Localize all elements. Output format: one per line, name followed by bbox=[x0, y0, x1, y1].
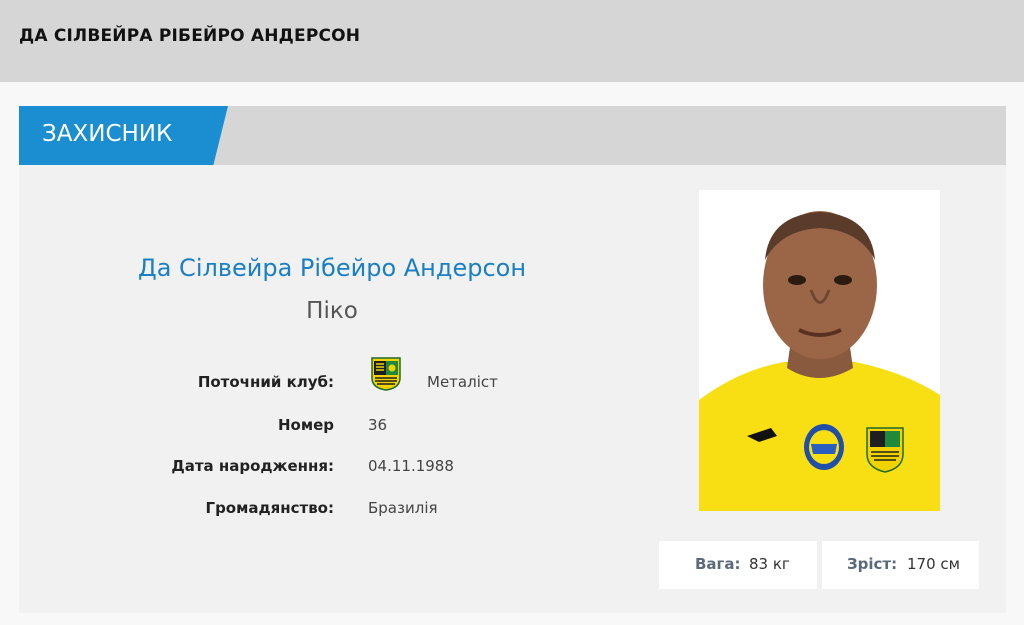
player-full-name: Да Сілвейра Рібейро Андерсон bbox=[137, 254, 527, 282]
height-value: 170 см bbox=[907, 555, 960, 573]
info-row-number: Номер 36 bbox=[19, 416, 619, 440]
page-header: ДА СІЛВЕЙРА РІБЕЙРО АНДЕРСОН bbox=[0, 0, 1024, 82]
position-label: ЗАХИСНИК bbox=[42, 121, 173, 147]
page-title: ДА СІЛВЕЙРА РІБЕЙРО АНДЕРСОН bbox=[19, 26, 361, 46]
player-card: ЗАХИСНИК Да Сілвейра Рібейро Андерсон Пі… bbox=[19, 106, 1006, 613]
weight-box: Вага: 83 кг bbox=[659, 541, 817, 589]
card-header: ЗАХИСНИК bbox=[19, 106, 1006, 165]
info-value: Бразилія bbox=[368, 499, 438, 517]
player-photo bbox=[699, 190, 940, 511]
club-name-link[interactable]: Металіст bbox=[427, 373, 498, 391]
club-logo-icon[interactable] bbox=[371, 357, 401, 391]
info-row-club: Поточний клуб: Металіст bbox=[19, 357, 619, 397]
info-row-birthdate: Дата народження: 04.11.1988 bbox=[19, 457, 619, 481]
info-label: Поточний клуб: bbox=[197, 373, 334, 391]
player-nickname: Піко bbox=[306, 298, 358, 324]
info-value: 04.11.1988 bbox=[368, 457, 454, 475]
info-label: Дата народження: bbox=[171, 457, 334, 475]
height-box: Зріст: 170 см bbox=[822, 541, 979, 589]
info-label: Громадянство: bbox=[205, 499, 334, 517]
position-tab: ЗАХИСНИК bbox=[19, 106, 228, 165]
info-value: 36 bbox=[368, 416, 388, 434]
height-label: Зріст: bbox=[847, 555, 898, 573]
weight-label: Вага: bbox=[695, 555, 741, 573]
info-row-citizenship: Громадянство: Бразилія bbox=[19, 499, 619, 523]
info-label: Номер bbox=[277, 416, 334, 434]
weight-value: 83 кг bbox=[749, 555, 790, 573]
